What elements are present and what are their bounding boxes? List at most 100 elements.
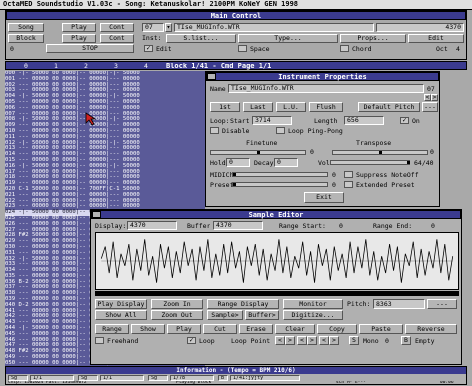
decay-field[interactable]: 0 <box>274 158 298 167</box>
track-header-1[interactable]: 1 <box>54 63 58 70</box>
loop-both-left-button[interactable]: < <box>319 336 329 345</box>
mono-label: Mono <box>363 338 379 345</box>
block-play-button[interactable]: Play <box>62 34 96 43</box>
s-button[interactable]: S <box>349 336 359 345</box>
slist-button[interactable]: S.list... <box>166 34 236 43</box>
oct-value: 4 <box>456 46 460 53</box>
disable-checkbox[interactable] <box>210 127 219 134</box>
preset-value: 0 <box>332 182 336 189</box>
block-label-button[interactable]: Block <box>8 34 44 43</box>
space-checkbox[interactable] <box>238 45 247 52</box>
lu-button[interactable]: L.U. <box>276 102 306 112</box>
instrument-properties-window: Instrument Properties Name TIse_MUGInfo.… <box>205 71 440 207</box>
range-end-label: Range End: <box>373 223 413 230</box>
pitch-unit-button[interactable]: --- <box>427 299 457 309</box>
song-label-button[interactable]: Song <box>8 23 44 32</box>
edit-checkbox[interactable]: ✓ <box>144 45 153 52</box>
hold-label: Hold <box>210 160 226 167</box>
digitize-button[interactable]: Digitize... <box>283 310 343 320</box>
information-window: Information - (Tempo = BPM 210/6) Sg 1/1… <box>5 366 467 385</box>
sample-editor-title[interactable]: Sample Editor <box>91 210 461 219</box>
show-button[interactable]: Show <box>131 324 165 334</box>
b-button[interactable]: B <box>401 336 411 345</box>
pingpong-label: Loop Ping-Pong <box>288 128 343 135</box>
show-all-button[interactable]: Show All <box>95 310 147 320</box>
range-display-button[interactable]: Range Display <box>207 299 279 309</box>
instrument-scroll-left[interactable]: < <box>424 94 431 101</box>
chord-label: Chord <box>352 46 372 53</box>
start-label: Start <box>230 118 250 125</box>
instrument-properties-title[interactable]: Instrument Properties <box>206 72 439 81</box>
monitor-button[interactable]: Monitor <box>283 299 343 309</box>
waveform-scrollbar[interactable] <box>95 291 459 296</box>
block-cont-button[interactable]: Cont <box>100 34 134 43</box>
default-pitch-button[interactable]: Default Pitch <box>358 102 420 112</box>
loop-label: Loop: <box>210 118 230 125</box>
pitch-field[interactable]: 8363 <box>373 299 425 309</box>
erase-button[interactable]: Erase <box>239 324 273 334</box>
loop-length-field[interactable]: 656 <box>344 116 384 125</box>
finetune-slider[interactable] <box>210 150 306 155</box>
paste-button[interactable]: Paste <box>359 324 403 334</box>
stop-button[interactable]: STOP <box>46 44 134 53</box>
first-button[interactable]: 1st <box>210 102 240 112</box>
play-display-button[interactable]: Play Display <box>95 299 147 309</box>
cut-button[interactable]: Cut <box>203 324 237 334</box>
loop-checkbox[interactable]: ✓ <box>187 337 196 344</box>
type-button[interactable]: Type... <box>238 34 338 43</box>
loop-start-field[interactable]: 3714 <box>252 116 292 125</box>
track-header-3[interactable]: 3 <box>114 63 118 70</box>
zoom-in-button[interactable]: Zoom In <box>151 299 203 309</box>
last-button[interactable]: Last <box>243 102 273 112</box>
pingpong-checkbox[interactable] <box>276 127 285 134</box>
buffer-label: Buffer <box>187 223 211 230</box>
hold-field[interactable]: 0 <box>226 158 250 167</box>
zoom-out-button[interactable]: Zoom Out <box>151 310 203 320</box>
props-button[interactable]: Props... <box>340 34 406 43</box>
edit-instrument-button[interactable]: Edit <box>408 34 464 43</box>
clear-button[interactable]: Clear <box>275 324 315 334</box>
song-play-button[interactable]: Play <box>62 23 96 32</box>
loop-start-left-button[interactable]: < <box>275 336 285 345</box>
song-cont-button[interactable]: Cont <box>100 23 134 32</box>
extended-preset-checkbox[interactable] <box>344 181 353 188</box>
track-header-0[interactable]: 0 <box>24 63 28 70</box>
range-end-value: 0 <box>431 223 435 230</box>
track-header-2[interactable]: 2 <box>84 63 88 70</box>
freehand-checkbox[interactable] <box>95 337 104 344</box>
midich-slider[interactable] <box>232 172 328 177</box>
close-icon[interactable] <box>207 73 216 80</box>
exit-button[interactable]: Exit <box>304 192 344 203</box>
loop-point-label: Loop Point <box>231 338 271 345</box>
instrument-prev-button[interactable]: ▾ <box>165 23 172 32</box>
default-pitch-value[interactable]: --- <box>422 102 438 112</box>
suppress-noteoff-checkbox[interactable] <box>344 171 353 178</box>
finetune-value: 0 <box>310 149 314 156</box>
reverse-button[interactable]: Reverse <box>405 324 457 334</box>
instrument-name-input[interactable]: TIse_MUGInfo.WTR <box>228 84 424 93</box>
chord-checkbox[interactable] <box>340 45 349 52</box>
loop-both-right-button[interactable]: > <box>329 336 339 345</box>
instrument-scroll-right[interactable]: > <box>431 94 438 101</box>
sample-button[interactable]: Sample> <box>207 310 243 320</box>
loop-start-right-button[interactable]: > <box>285 336 295 345</box>
loop-end-right-button[interactable]: > <box>307 336 317 345</box>
preset-slider[interactable] <box>232 182 328 187</box>
main-control-title[interactable]: Main Control <box>6 11 466 20</box>
loop-end-left-button[interactable]: < <box>297 336 307 345</box>
information-title[interactable]: Information - (Tempo = BPM 210/6) <box>6 367 466 374</box>
flush-button[interactable]: Flush <box>309 102 343 112</box>
instrument-number-field[interactable]: 07 <box>142 23 164 32</box>
instrument-name-field[interactable]: TIse_MUGInfo.WTR <box>174 23 374 32</box>
copy-button[interactable]: Copy <box>317 324 357 334</box>
play-button[interactable]: Play <box>167 324 201 334</box>
buffer-button[interactable]: Buffer> <box>245 310 279 320</box>
close-icon[interactable] <box>92 211 101 218</box>
waveform-display[interactable] <box>95 232 459 290</box>
loop-on-checkbox[interactable]: ✓ <box>400 117 409 124</box>
transpose-slider[interactable] <box>332 150 428 155</box>
volume-slider[interactable] <box>330 160 410 165</box>
track-header-4[interactable]: 4 <box>144 63 148 70</box>
range-button[interactable]: Range <box>95 324 129 334</box>
instrument-num: 07 <box>427 86 435 93</box>
